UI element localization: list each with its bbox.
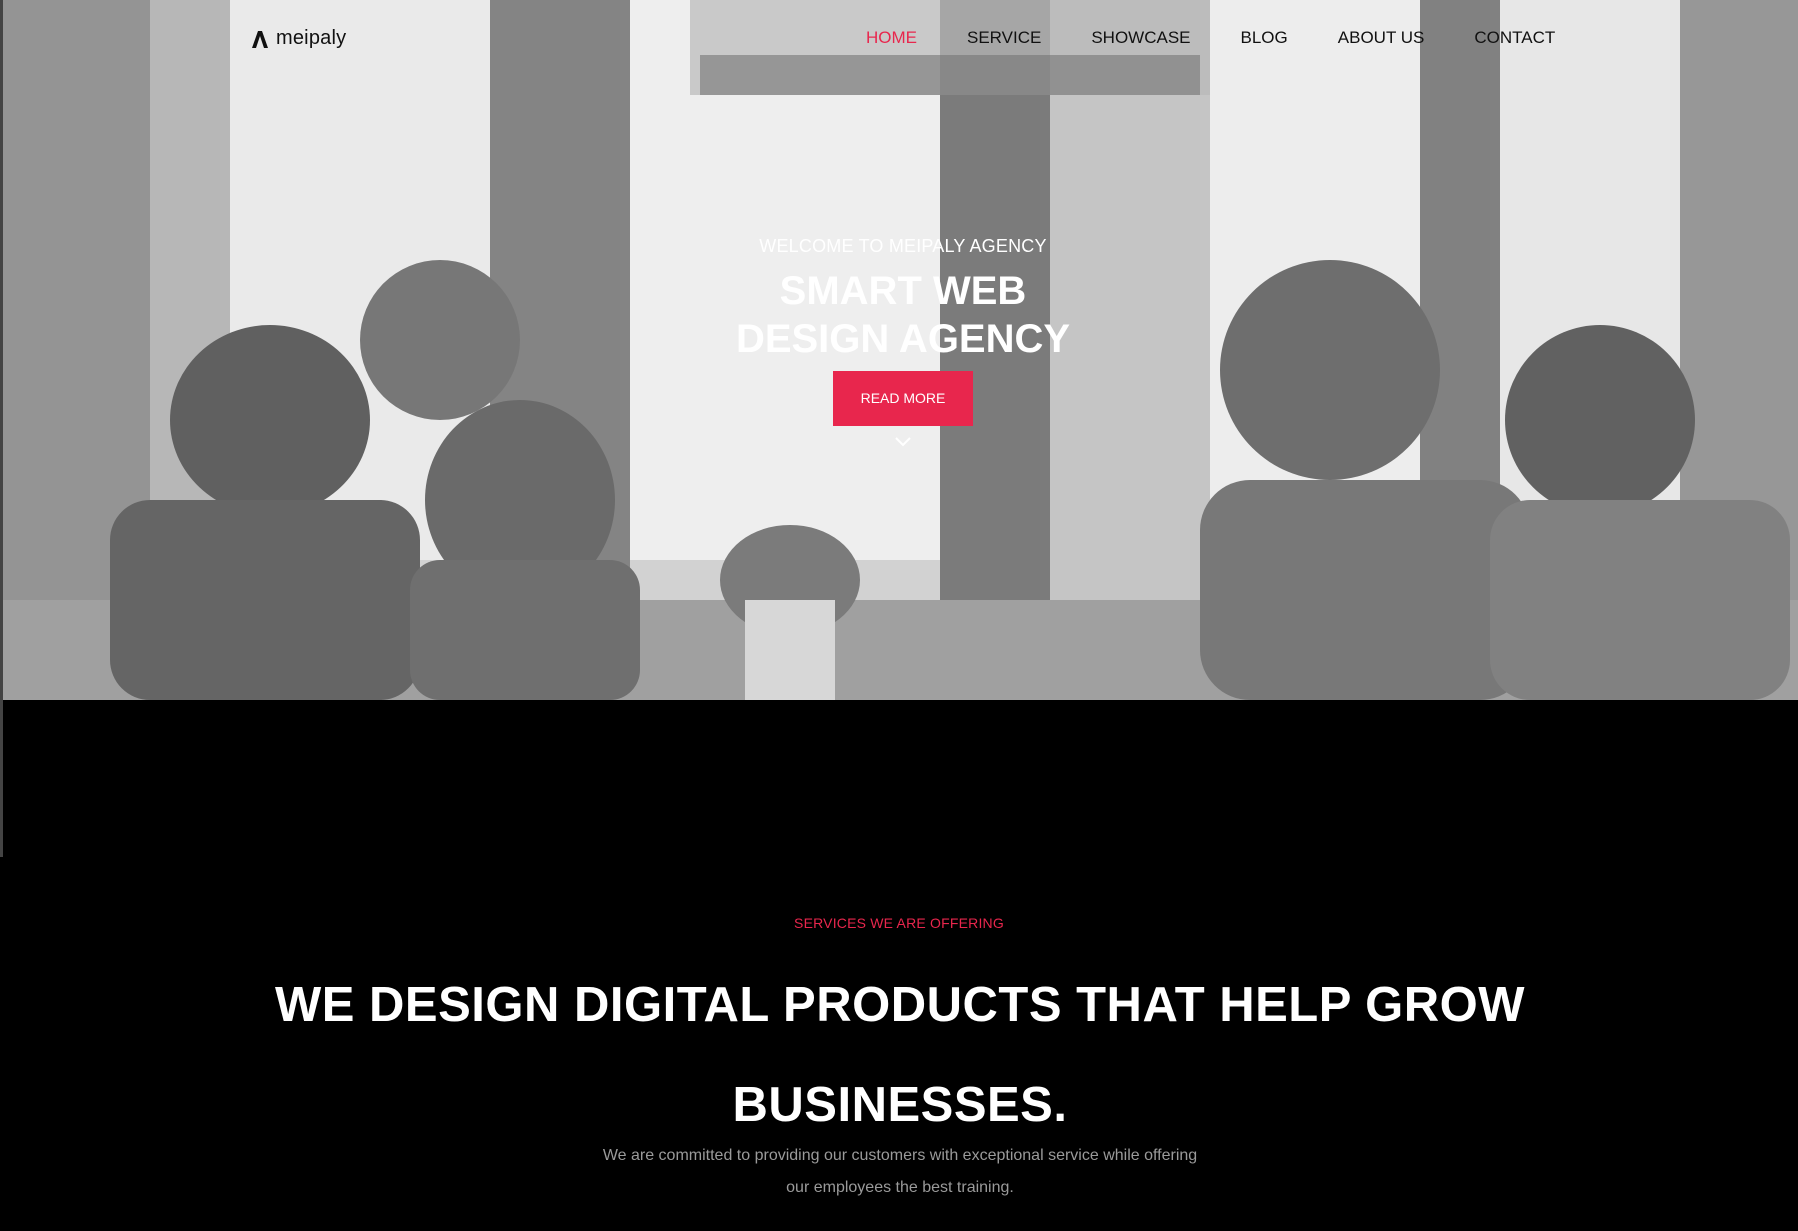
nav-item-home[interactable]: HOME (866, 28, 917, 48)
top-navigation: meipaly HOME SERVICE SHOWCASE BLOG ABOUT… (0, 0, 1798, 80)
services-section: SERVICES WE ARE OFFERING WE DESIGN DIGIT… (0, 700, 1798, 1231)
hero-title-line-2: DESIGN AGENCY (735, 317, 1071, 361)
services-description: We are committed to providing our custom… (602, 1147, 1198, 1196)
nav-item-service[interactable]: SERVICE (967, 28, 1041, 48)
nav-item-contact[interactable]: CONTACT (1474, 28, 1555, 48)
nav-item-blog[interactable]: BLOG (1241, 28, 1288, 48)
services-title: WE DESIGN DIGITAL PRODUCTS THAT HELP GRO… (274, 978, 1526, 1132)
hero-content: WELCOME TO MEIPALY AGENCY SMART WEB DESI… (0, 236, 1798, 448)
brand-logo[interactable]: meipaly (250, 27, 346, 50)
hero-title: SMART WEB DESIGN AGENCY (0, 267, 1798, 363)
nav-item-showcase[interactable]: SHOWCASE (1091, 28, 1190, 48)
hero-kicker: WELCOME TO MEIPALY AGENCY (759, 236, 1047, 256)
services-kicker: SERVICES WE ARE OFFERING (794, 915, 1004, 931)
nav-item-about-us[interactable]: ABOUT US (1338, 28, 1425, 48)
logo-mark-icon (252, 30, 268, 48)
brand-name: meipaly (276, 27, 347, 49)
chevron-down-icon[interactable] (894, 436, 912, 448)
hero-title-line-1: SMART WEB (779, 269, 1027, 313)
read-more-button[interactable]: READ MORE (833, 371, 973, 426)
main-menu: HOME SERVICE SHOWCASE BLOG ABOUT US CONT… (866, 28, 1605, 48)
